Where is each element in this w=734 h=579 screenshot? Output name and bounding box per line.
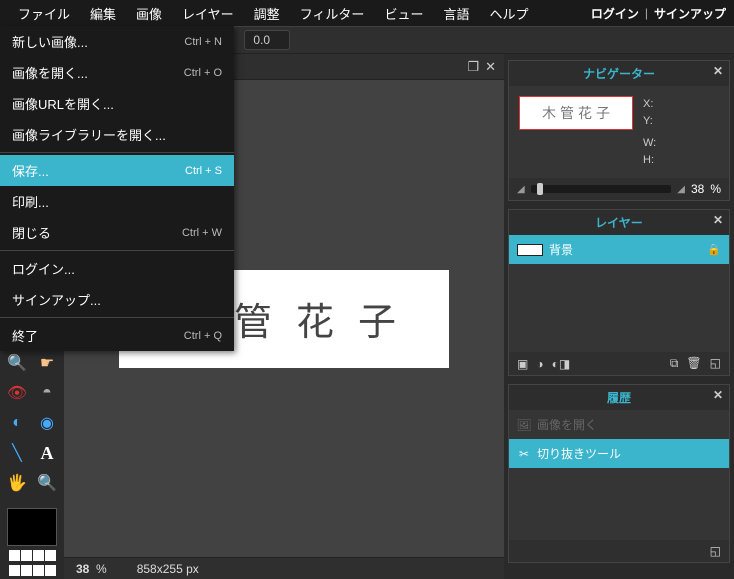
menu-close[interactable]: 閉じるCtrl + W [0,217,234,248]
menu-file[interactable]: ファイル [8,0,80,27]
history-row-crop[interactable]: ✂ 切り抜きツール [509,439,729,468]
signature-char: 子 [358,291,396,346]
menubar: ファイル 編集 画像 レイヤー 調整 フィルター ビュー 言語 ヘルプ ログイン… [0,0,734,26]
right-panels: ナビゲーター ✕ 木管花子 X: Y: W: H: ◢ ◢ 38 % [504,54,734,579]
open-image-icon: 🖼 [517,418,531,432]
swatch-sm[interactable] [33,550,44,561]
navigator-panel: ナビゲーター ✕ 木管花子 X: Y: W: H: ◢ ◢ 38 % [508,60,730,201]
menu-edit[interactable]: 編集 [80,0,126,27]
nav-zoom-value: 38 [691,182,704,196]
menu-view[interactable]: ビュー [374,0,433,27]
duplicate-icon[interactable]: ⧉ [670,356,679,371]
swatch-sm[interactable] [21,550,32,561]
new-layer-icon[interactable]: ▣ [517,357,528,371]
mask-icon[interactable]: ◑ [536,357,543,371]
signature-char: 花 [296,291,334,346]
menu-signup[interactable]: サインアップ... [0,284,234,315]
status-dims: 858x255 px [137,562,199,576]
menu-open-url[interactable]: 画像URLを開く... [0,88,234,119]
navigator-info: X: Y: W: H: [643,96,656,168]
layers-footer: ▣ ◑ ◐◨ ⧉ 🗑 ◱ [509,352,729,375]
close-icon[interactable]: ✕ [713,64,723,78]
menu-open-library[interactable]: 画像ライブラリーを開く... [0,119,234,150]
menu-adjust[interactable]: 調整 [244,0,290,27]
signature-char: 管 [234,291,272,346]
history-title: 履歴 [607,391,631,405]
zoom-tool-icon[interactable]: 🔍 [6,352,28,374]
navigator-title: ナビゲーター [583,67,655,81]
swatch-sm[interactable] [21,565,32,576]
text-tool-icon[interactable]: A [36,442,58,464]
menu-login[interactable]: ログイン... [0,253,234,284]
status-zoom: 38 [76,562,89,576]
close-icon[interactable]: ✕ [713,388,723,402]
menu-help[interactable]: ヘルプ [479,0,538,27]
dodge-tool-icon[interactable]: ☛ [36,352,58,374]
menu-layer[interactable]: レイヤー [172,0,244,27]
menu-image[interactable]: 画像 [126,0,172,27]
height-input[interactable]: 0.0 [244,30,290,50]
close-tab-icon[interactable]: ✕ [485,59,496,75]
history-footer: ◱ [509,540,729,562]
adjust-icon[interactable]: ◐◨ [552,357,571,371]
layer-row-background[interactable]: 背景 🔒 [509,235,729,264]
trash-icon[interactable]: 🗑 [686,356,701,371]
bloat-tool-icon[interactable]: ◐ [6,412,28,434]
crop-icon: ✂ [517,447,531,461]
layer-name-label: 背景 [549,241,573,258]
swatch-sm[interactable] [33,565,44,576]
hand-tool-icon[interactable]: 🖐 [6,472,28,494]
signup-link[interactable]: サインアップ [654,5,726,22]
redeye-tool-icon[interactable]: 👁 [6,382,28,404]
nav-zoom-unit: % [710,182,721,196]
swatch-row [9,550,56,561]
zoom-in-icon[interactable]: ◢ [677,184,685,195]
login-link[interactable]: ログイン [591,5,639,22]
file-menu-dropdown: 新しい画像...Ctrl + N 画像を開く...Ctrl + O 画像URLを… [0,26,234,351]
dup-window-icon[interactable]: ❐ [467,59,479,75]
zoom-slider[interactable] [531,185,672,193]
lock-icon[interactable]: 🔒 [707,243,721,256]
menu-open-image[interactable]: 画像を開く...Ctrl + O [0,57,234,88]
swatch-row [9,565,56,576]
history-panel: 履歴 ✕ 🖼 画像を開く ✂ 切り抜きツール ◱ [508,384,730,563]
brush-tool-icon[interactable]: ╲ [6,442,28,464]
navigator-zoombar: ◢ ◢ 38 % [509,178,729,200]
pinch-tool-icon[interactable]: ◉ [36,412,58,434]
layer-thumb-icon [517,244,543,256]
zoom2-tool-icon[interactable]: 🔍 [36,472,58,494]
navigator-thumb[interactable]: 木管花子 [519,96,633,130]
heal-tool-icon[interactable]: ◓ [36,382,58,404]
status-zoom-unit: % [96,562,107,576]
menu-save[interactable]: 保存...Ctrl + S [0,155,234,186]
menu-print[interactable]: 印刷... [0,186,234,217]
statusbar: 38 % 858x255 px [64,557,504,579]
zoom-out-icon[interactable]: ◢ [517,184,525,195]
swatch-sm[interactable] [9,550,20,561]
close-icon[interactable]: ✕ [713,213,723,227]
color-swatch[interactable] [7,508,57,546]
swatch-sm[interactable] [45,550,56,561]
expand-icon[interactable]: ◱ [710,544,721,558]
menu-quit[interactable]: 終了Ctrl + Q [0,320,234,351]
history-row-open[interactable]: 🖼 画像を開く [509,410,729,439]
expand-icon[interactable]: ◱ [710,356,721,371]
layers-title: レイヤー [595,216,643,230]
auth-separator: | [645,6,648,20]
layers-panel: レイヤー ✕ 背景 🔒 ▣ ◑ ◐◨ ⧉ 🗑 ◱ [508,209,730,376]
menu-filter[interactable]: フィルター [290,0,375,27]
menu-lang[interactable]: 言語 [433,0,479,27]
menu-new-image[interactable]: 新しい画像...Ctrl + N [0,26,234,57]
swatch-sm[interactable] [45,565,56,576]
swatch-sm[interactable] [9,565,20,576]
